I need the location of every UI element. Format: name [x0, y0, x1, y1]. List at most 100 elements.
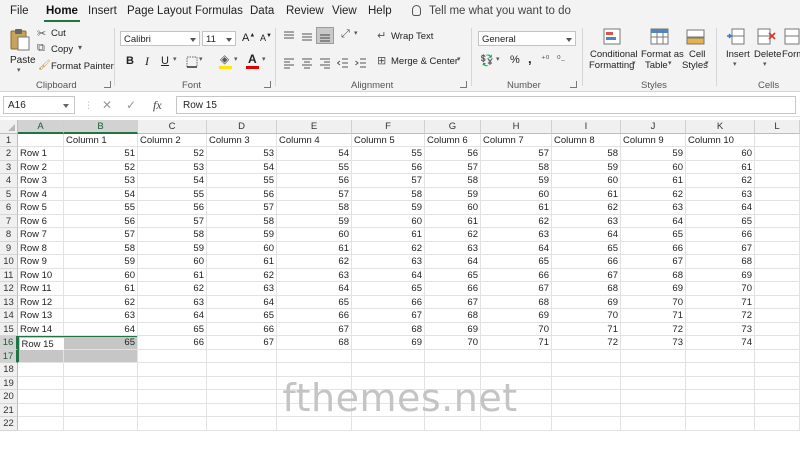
row-header-1[interactable]: 1	[0, 133, 18, 147]
cell-b17[interactable]	[64, 349, 138, 363]
number-format-select[interactable]: General	[478, 31, 576, 46]
cell-a5[interactable]: Row 4	[18, 187, 64, 201]
borders-icon[interactable]	[186, 56, 198, 68]
cell-g7[interactable]: 61	[425, 214, 481, 228]
cell-d16[interactable]: 67	[207, 336, 277, 350]
row-header-16[interactable]: 16	[0, 336, 18, 350]
cell-d15[interactable]: 66	[207, 322, 277, 336]
cell-d2[interactable]: 53	[207, 147, 277, 161]
cell-j4[interactable]: 61	[621, 174, 686, 188]
cell-j14[interactable]: 71	[621, 309, 686, 323]
cell-l7[interactable]	[755, 214, 800, 228]
font-size-select[interactable]: 11	[202, 31, 236, 46]
row-header-8[interactable]: 8	[0, 228, 18, 242]
cell-i9[interactable]: 65	[552, 241, 621, 255]
cell-k18[interactable]	[686, 363, 755, 377]
cell-d11[interactable]: 62	[207, 268, 277, 282]
accounting-dropdown-icon[interactable]: ▾	[496, 55, 500, 63]
cell-h6[interactable]: 61	[481, 201, 552, 215]
cell-a4[interactable]: Row 3	[18, 174, 64, 188]
cell-f5[interactable]: 58	[352, 187, 425, 201]
cell-l6[interactable]	[755, 201, 800, 215]
cell-g5[interactable]: 59	[425, 187, 481, 201]
cell-j2[interactable]: 59	[621, 147, 686, 161]
row-header-6[interactable]: 6	[0, 201, 18, 215]
cell-c13[interactable]: 63	[138, 295, 207, 309]
cell-k7[interactable]: 65	[686, 214, 755, 228]
number-launcher-icon[interactable]	[570, 81, 577, 88]
cell-c12[interactable]: 62	[138, 282, 207, 296]
italic-button[interactable]: I	[145, 54, 149, 69]
cell-g16[interactable]: 70	[425, 336, 481, 350]
cancel-icon[interactable]: ✕	[102, 98, 112, 112]
cell-i17[interactable]	[552, 349, 621, 363]
cell-c5[interactable]: 55	[138, 187, 207, 201]
row-header-7[interactable]: 7	[0, 214, 18, 228]
cell-j8[interactable]: 65	[621, 228, 686, 242]
cell-f4[interactable]: 57	[352, 174, 425, 188]
align-top-icon[interactable]	[283, 30, 295, 42]
paste-button[interactable]: Paste ▾	[6, 28, 36, 74]
cell-f10[interactable]: 63	[352, 255, 425, 269]
cell-c4[interactable]: 54	[138, 174, 207, 188]
row-header-15[interactable]: 15	[0, 322, 18, 336]
cell-k6[interactable]: 64	[686, 201, 755, 215]
cell-j9[interactable]: 66	[621, 241, 686, 255]
row-header-18[interactable]: 18	[0, 363, 18, 377]
cell-d3[interactable]: 54	[207, 160, 277, 174]
cell-j12[interactable]: 69	[621, 282, 686, 296]
cell-d18[interactable]	[207, 363, 277, 377]
cell-a12[interactable]: Row 11	[18, 282, 64, 296]
row-header-5[interactable]: 5	[0, 187, 18, 201]
cell-k1[interactable]: Column 10	[686, 133, 755, 147]
cell-l15[interactable]	[755, 322, 800, 336]
cell-b14[interactable]: 63	[64, 309, 138, 323]
cell-f7[interactable]: 60	[352, 214, 425, 228]
cell-f6[interactable]: 59	[352, 201, 425, 215]
row-header-17[interactable]: 17	[0, 349, 18, 363]
cell-k9[interactable]: 67	[686, 241, 755, 255]
cell-b5[interactable]: 54	[64, 187, 138, 201]
cell-l8[interactable]	[755, 228, 800, 242]
cut-button[interactable]: ✂ Cut	[37, 27, 77, 40]
cell-i13[interactable]: 69	[552, 295, 621, 309]
cell-e3[interactable]: 55	[277, 160, 352, 174]
cell-d5[interactable]: 56	[207, 187, 277, 201]
conditional-formatting-button[interactable]: Conditional Formatting ▾	[588, 27, 638, 75]
cell-e16[interactable]: 68	[277, 336, 352, 350]
cell-e12[interactable]: 64	[277, 282, 352, 296]
cell-l16[interactable]	[755, 336, 800, 350]
cell-c15[interactable]: 65	[138, 322, 207, 336]
column-header-h[interactable]: H	[481, 120, 552, 134]
cell-i18[interactable]	[552, 363, 621, 377]
cell-h15[interactable]: 70	[481, 322, 552, 336]
cell-l12[interactable]	[755, 282, 800, 296]
cell-k17[interactable]	[686, 349, 755, 363]
cell-c3[interactable]: 53	[138, 160, 207, 174]
cell-a10[interactable]: Row 9	[18, 255, 64, 269]
column-header-f[interactable]: F	[352, 120, 425, 134]
cell-f1[interactable]: Column 5	[352, 133, 425, 147]
cell-k15[interactable]: 73	[686, 322, 755, 336]
font-launcher-icon[interactable]	[264, 81, 271, 88]
cell-a14[interactable]: Row 13	[18, 309, 64, 323]
cell-k2[interactable]: 60	[686, 147, 755, 161]
cell-l14[interactable]	[755, 309, 800, 323]
align-middle-icon[interactable]	[301, 30, 313, 42]
row-header-10[interactable]: 10	[0, 255, 18, 269]
cell-j3[interactable]: 60	[621, 160, 686, 174]
align-left-icon[interactable]	[283, 57, 295, 69]
copy-button[interactable]: ⧉ Copy ▾	[37, 42, 87, 56]
cell-c18[interactable]	[138, 363, 207, 377]
tab-insert[interactable]: Insert	[88, 5, 117, 17]
cell-k3[interactable]: 61	[686, 160, 755, 174]
cell-d14[interactable]: 65	[207, 309, 277, 323]
tab-help[interactable]: Help	[368, 5, 392, 17]
cell-f18[interactable]	[352, 363, 425, 377]
cell-f8[interactable]: 61	[352, 228, 425, 242]
cell-f9[interactable]: 62	[352, 241, 425, 255]
increase-decimal-icon[interactable]: ⁺⁰	[541, 54, 549, 65]
tab-home[interactable]: Home	[44, 5, 80, 22]
cell-c16[interactable]: 66	[138, 336, 207, 350]
decrease-font-size-icon[interactable]: A▼	[260, 33, 272, 43]
